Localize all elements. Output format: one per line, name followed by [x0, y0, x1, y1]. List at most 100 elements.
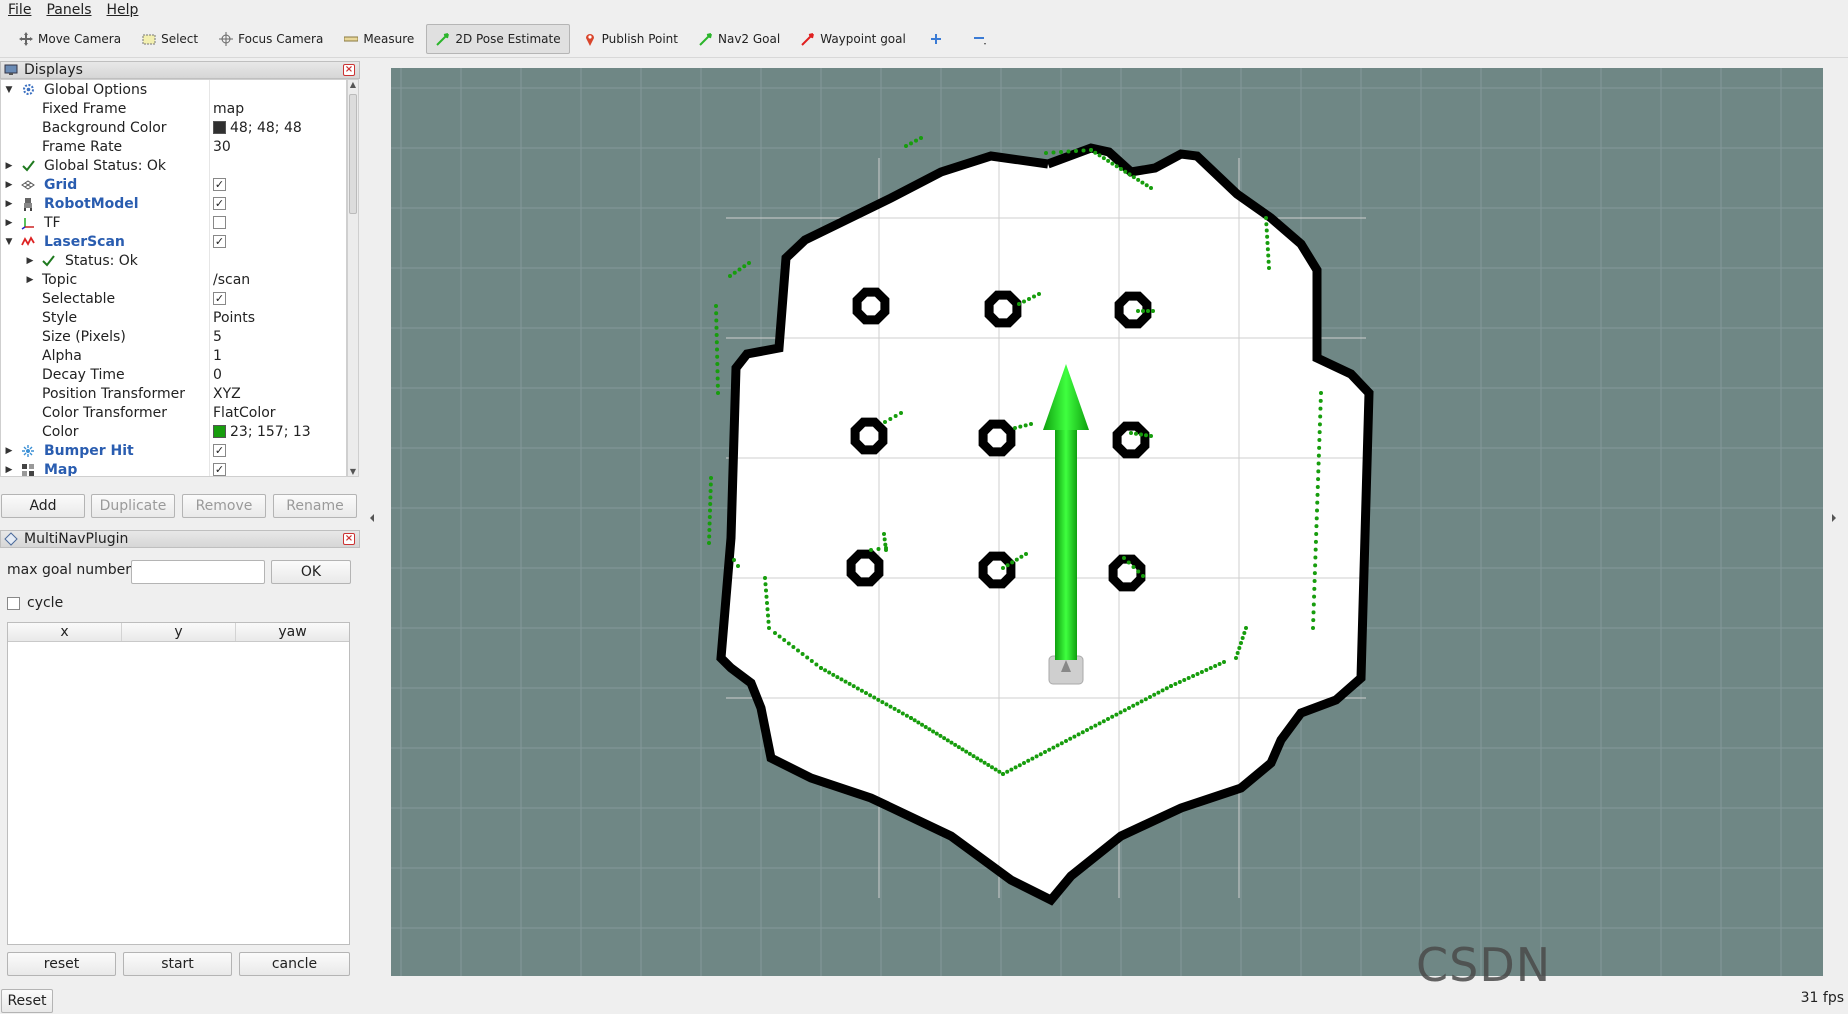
move-camera-tool[interactable]: Move Camera [10, 24, 129, 54]
scan-point [715, 362, 720, 366]
pose-estimate-tool[interactable]: 2D Pose Estimate [426, 24, 570, 54]
tree-row-decay-time[interactable]: Decay Time 0 [1, 365, 346, 384]
tree-row-style[interactable]: Style Points [1, 308, 346, 327]
add-display-button[interactable]: Add [1, 494, 85, 518]
expand-arrow-icon[interactable]: ▶ [4, 161, 14, 171]
bg-color-swatch [213, 121, 226, 134]
scan-point [1316, 453, 1321, 458]
topic-value[interactable]: /scan [213, 272, 250, 288]
menu-help[interactable]: Help [107, 2, 139, 18]
focus-camera-tool[interactable]: Focus Camera [210, 24, 331, 54]
duplicate-display-button[interactable]: Duplicate [91, 494, 175, 518]
laser-scan-checkbox[interactable]: ✓ [213, 235, 226, 248]
style-value[interactable]: Points [213, 310, 255, 326]
expand-arrow-icon[interactable]: ▶ [4, 465, 14, 475]
scan-point [1146, 309, 1150, 313]
tree-row-grid[interactable]: ▶ Grid ✓ [1, 175, 346, 194]
cancle-button[interactable]: cancle [239, 952, 350, 976]
tree-row-global-status[interactable]: ▶ Global Status: Ok [1, 156, 346, 175]
tree-row-global-options[interactable]: ▼ Global Options [1, 80, 346, 99]
tree-row-robot-model[interactable]: ▶ RobotModel ✓ [1, 194, 346, 213]
decay-time-value[interactable]: 0 [213, 367, 222, 383]
size-value[interactable]: 5 [213, 329, 222, 345]
color-transformer-value[interactable]: FlatColor [213, 405, 276, 421]
cycle-checkbox-row[interactable]: cycle [7, 595, 63, 611]
position-transformer-value[interactable]: XYZ [213, 386, 241, 402]
tree-row-color[interactable]: Color 23; 157; 13 [1, 422, 346, 441]
close-displays-icon[interactable]: × [343, 64, 355, 76]
add-tool-button[interactable] [918, 24, 958, 54]
remove-tool-button[interactable] [962, 24, 1002, 54]
scan-point [931, 729, 936, 734]
laser-scan-icon [21, 235, 35, 249]
tree-row-selectable[interactable]: Selectable ✓ [1, 289, 346, 308]
color-value[interactable]: 23; 157; 13 [213, 424, 311, 440]
left-splitter[interactable] [368, 60, 378, 980]
scroll-up-icon[interactable]: ▲ [348, 80, 358, 89]
alpha-value[interactable]: 1 [213, 348, 222, 364]
ok-button[interactable]: OK [271, 560, 351, 584]
scan-point [847, 681, 852, 686]
menu-file[interactable]: File [8, 2, 31, 18]
remove-display-button[interactable]: Remove [182, 494, 266, 518]
waypoint-table[interactable]: x y yaw [7, 622, 350, 945]
menu-panels[interactable]: Panels [46, 2, 91, 18]
scan-point [899, 411, 903, 415]
tree-row-color-transformer[interactable]: Color Transformer FlatColor [1, 403, 346, 422]
tree-row-laser-scan[interactable]: ▼ LaserScan ✓ [1, 232, 346, 251]
fixed-frame-value[interactable]: map [213, 101, 244, 117]
scan-point [989, 765, 994, 770]
nav2-goal-tool[interactable]: Nav2 Goal [690, 24, 788, 54]
tree-row-background-color[interactable]: Background Color 48; 48; 48 [1, 118, 346, 137]
tree-row-topic[interactable]: ▶ Topic /scan [1, 270, 346, 289]
select-tool[interactable]: Select [133, 24, 206, 54]
render-viewport[interactable] [391, 68, 1823, 976]
expand-arrow-icon[interactable]: ▶ [4, 446, 14, 456]
bumper-hit-checkbox[interactable]: ✓ [213, 444, 226, 457]
close-multinav-icon[interactable]: × [343, 533, 355, 545]
tree-row-bumper-hit[interactable]: ▶ Bumper Hit ✓ [1, 441, 346, 460]
reset-button[interactable]: reset [7, 952, 116, 976]
tree-row-alpha[interactable]: Alpha 1 [1, 346, 346, 365]
tree-row-frame-rate[interactable]: Frame Rate 30 [1, 137, 346, 156]
expand-arrow-icon[interactable]: ▶ [25, 275, 35, 285]
scan-point [1009, 767, 1014, 772]
map-checkbox[interactable]: ✓ [213, 463, 226, 476]
max-goal-input[interactable] [131, 560, 265, 584]
reset-view-button[interactable]: Reset [1, 989, 53, 1013]
robot-model-checkbox[interactable]: ✓ [213, 197, 226, 210]
frame-rate-value[interactable]: 30 [213, 139, 231, 155]
start-button[interactable]: start [123, 952, 232, 976]
checkmark-icon [21, 159, 35, 173]
selectable-checkbox[interactable]: ✓ [213, 292, 226, 305]
rename-display-button[interactable]: Rename [273, 494, 357, 518]
expand-arrow-icon[interactable]: ▶ [4, 218, 14, 228]
tree-row-size[interactable]: Size (Pixels) 5 [1, 327, 346, 346]
grid-checkbox[interactable]: ✓ [213, 178, 226, 191]
expand-arrow-icon[interactable]: ▶ [25, 256, 35, 266]
scroll-down-icon[interactable]: ▼ [348, 467, 358, 476]
column-yaw-header[interactable]: yaw [236, 623, 349, 641]
expand-arrow-icon[interactable]: ▶ [4, 199, 14, 209]
tree-row-laser-status[interactable]: ▶ Status: Ok [1, 251, 346, 270]
tree-row-fixed-frame[interactable]: Fixed Frame map [1, 99, 346, 118]
tree-row-map[interactable]: ▶ Map ✓ [1, 460, 346, 476]
expand-arrow-icon[interactable]: ▶ [4, 180, 14, 190]
tf-checkbox[interactable] [213, 216, 226, 229]
tree-row-position-transformer[interactable]: Position Transformer XYZ [1, 384, 346, 403]
collapse-arrow-icon[interactable]: ▼ [4, 237, 14, 247]
measure-tool[interactable]: Measure [335, 24, 422, 54]
displays-scrollbar[interactable]: ▲ ▼ [347, 79, 359, 477]
tree-row-tf[interactable]: ▶ TF [1, 213, 346, 232]
waypoint-goal-tool[interactable]: Waypoint goal [792, 24, 914, 54]
scrollbar-thumb[interactable] [349, 94, 357, 214]
column-y-header[interactable]: y [122, 623, 236, 641]
publish-point-tool[interactable]: Publish Point [574, 24, 686, 54]
right-splitter[interactable] [1830, 60, 1848, 980]
column-x-header[interactable]: x [8, 623, 122, 641]
scan-point [765, 601, 769, 605]
background-color-value[interactable]: 48; 48; 48 [213, 120, 302, 136]
scan-point [767, 626, 771, 630]
cycle-checkbox[interactable] [7, 596, 20, 610]
collapse-arrow-icon[interactable]: ▼ [4, 85, 14, 95]
